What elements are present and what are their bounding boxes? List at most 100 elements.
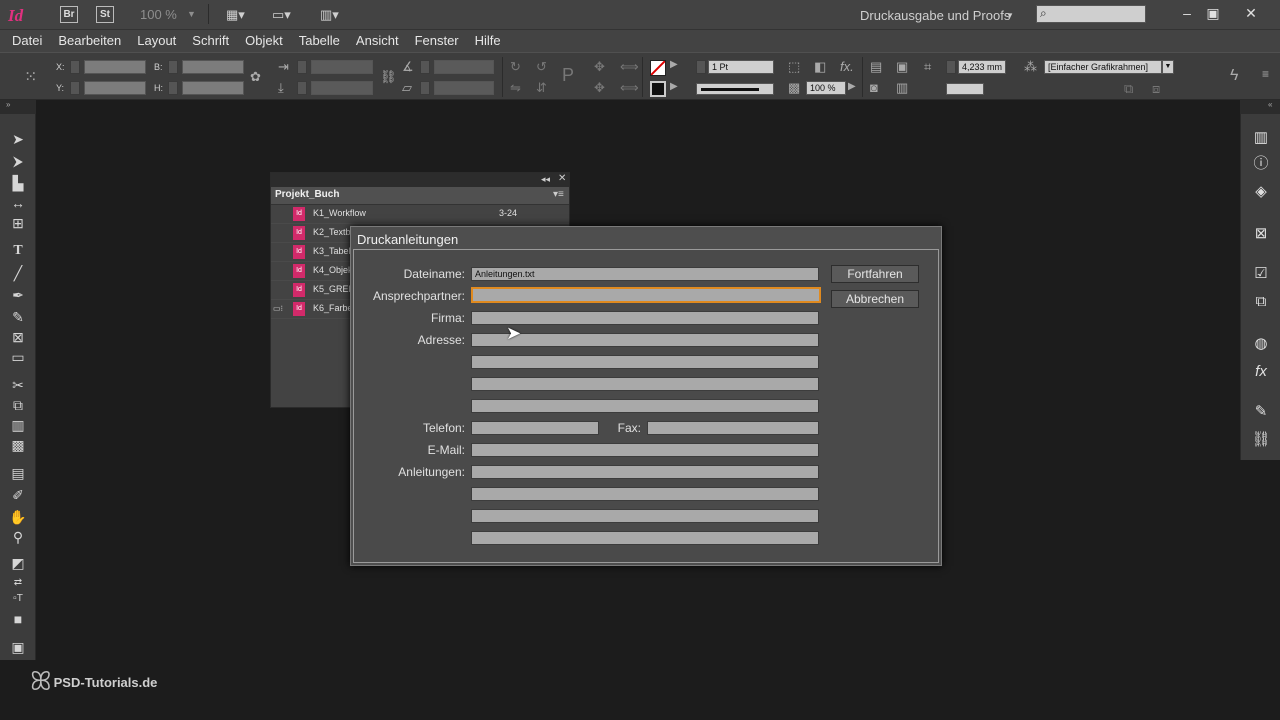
scissors-tool-icon[interactable]: ✂ xyxy=(8,376,28,394)
eyedropper-tool-icon[interactable]: ✐ xyxy=(8,486,28,504)
rotate-stepper[interactable] xyxy=(420,60,430,74)
bridge-button[interactable]: Br xyxy=(60,6,78,23)
menu-fenster[interactable]: Fenster xyxy=(415,30,459,52)
preflight-panel-icon[interactable]: ☑ xyxy=(1250,264,1272,284)
rectangle-frame-tool-icon[interactable]: ⊠ xyxy=(8,328,28,346)
anleitungen-field-4[interactable] xyxy=(471,531,819,545)
close-panel-icon[interactable]: ✕ xyxy=(558,173,566,184)
formatting-affects-icon[interactable]: ▫T xyxy=(8,590,28,608)
menu-objekt[interactable]: Objekt xyxy=(245,30,283,52)
stroke-weight-field[interactable]: 1 Pt xyxy=(708,60,774,74)
gap-tool-icon[interactable]: ↔ xyxy=(8,194,28,212)
scale-x-stepper[interactable] xyxy=(297,60,307,74)
fill-none-icon[interactable] xyxy=(650,60,666,76)
separations-panel-icon[interactable]: ⊠ xyxy=(1250,224,1272,244)
adresse-field-3[interactable] xyxy=(471,377,819,391)
pen-tool-icon[interactable]: ✒ xyxy=(8,286,28,304)
menu-tabelle[interactable]: Tabelle xyxy=(299,30,340,52)
attributes-panel-icon[interactable]: ✎ xyxy=(1250,402,1272,422)
corner-options-icon[interactable]: ⬚ xyxy=(788,59,800,75)
reference-point-icon[interactable]: ⁙ xyxy=(24,67,37,87)
opacity-icon[interactable]: ▩ xyxy=(788,80,800,96)
toolbar-collapse-icon[interactable]: » xyxy=(0,100,36,114)
select-container-icon[interactable]: ✥ xyxy=(594,59,605,75)
fortfahren-button[interactable]: Fortfahren xyxy=(831,265,919,283)
menu-schrift[interactable]: Schrift xyxy=(192,30,229,52)
screen-mode-tool-icon[interactable]: ▣ xyxy=(8,638,28,656)
collapse-panel-icon[interactable]: ◂◂ xyxy=(541,174,550,185)
zoom-tool-icon[interactable]: ⚲ xyxy=(8,528,28,546)
layers-panel-icon[interactable]: ◈ xyxy=(1250,182,1272,202)
scale-y-stepper[interactable] xyxy=(297,81,307,95)
rotate-ccw-icon[interactable]: ↺ xyxy=(536,59,547,75)
paragraph-icon[interactable]: P xyxy=(562,65,574,86)
clear-overrides-icon[interactable]: ⧉ xyxy=(1124,81,1133,97)
free-transform-tool-icon[interactable]: ⧉ xyxy=(8,396,28,414)
constrain-proportions-icon[interactable]: ✿ xyxy=(250,69,261,85)
anleitungen-field-3[interactable] xyxy=(471,509,819,523)
rotate-cw-icon[interactable]: ↻ xyxy=(510,59,521,75)
stroke-type-dropdown[interactable] xyxy=(696,83,774,95)
shear-angle-icon[interactable]: ▱ xyxy=(402,80,412,96)
trap-presets-icon[interactable]: ◍ xyxy=(1250,334,1272,354)
shear-stepper[interactable] xyxy=(420,81,430,95)
menu-layout[interactable]: Layout xyxy=(137,30,176,52)
b-stepper[interactable] xyxy=(168,60,178,74)
link-icon[interactable]: ⛓ xyxy=(380,69,397,85)
quick-apply-icon[interactable]: ϟ xyxy=(1230,67,1238,85)
stroke-menu-icon[interactable]: ▶ xyxy=(670,81,678,92)
clear-attributes-icon[interactable]: ⧈ xyxy=(1152,81,1160,97)
book-panel-icon[interactable]: ▥ xyxy=(1250,128,1272,148)
info-panel-icon[interactable]: ⓘ xyxy=(1250,154,1272,174)
y-field[interactable] xyxy=(84,81,146,95)
menu-bearbeiten[interactable]: Bearbeiten xyxy=(58,30,121,52)
adresse-field-2[interactable] xyxy=(471,355,819,369)
object-style-icon[interactable]: ⁂ xyxy=(1024,59,1037,75)
links-panel-icon[interactable]: ⛓ xyxy=(1250,430,1272,450)
height-field[interactable] xyxy=(182,81,244,95)
note-tool-icon[interactable]: ▤ xyxy=(8,464,28,482)
text-wrap-shape-icon[interactable]: ◙ xyxy=(870,80,878,95)
width-field[interactable] xyxy=(182,60,244,74)
scale-x-icon[interactable]: ⇥ xyxy=(278,59,289,75)
anleitungen-field-1[interactable] xyxy=(471,465,819,479)
control-panel-menu-icon[interactable]: ≡ xyxy=(1262,67,1269,81)
select-previous-icon[interactable]: ⟺ xyxy=(620,59,639,75)
zoom-dropdown-icon[interactable]: ▼ xyxy=(187,9,196,19)
effects-icon[interactable]: fx. xyxy=(840,59,854,74)
panels-collapse-icon[interactable]: « xyxy=(1240,100,1280,114)
scale-y-field[interactable] xyxy=(311,81,373,95)
pencil-tool-icon[interactable]: ✎ xyxy=(8,308,28,326)
view-options-icon[interactable]: ▦▾ xyxy=(226,7,245,23)
apply-color-icon[interactable]: ■ xyxy=(8,610,28,628)
h-stepper[interactable] xyxy=(168,81,178,95)
select-content-icon[interactable]: ✥ xyxy=(594,80,605,96)
screen-mode-icon[interactable]: ▭▾ xyxy=(272,7,291,23)
y-stepper[interactable] xyxy=(70,81,80,95)
page-tool-icon[interactable]: ▙ xyxy=(8,174,28,192)
adresse-field-4[interactable] xyxy=(471,399,819,413)
book-row[interactable]: Id K1_Workflow 3-24 xyxy=(271,205,569,224)
email-field[interactable] xyxy=(471,443,819,457)
anleitungen-field-2[interactable] xyxy=(471,487,819,501)
maximize-icon[interactable]: ▣ xyxy=(1198,2,1228,24)
direct-selection-tool-icon[interactable]: ⮞ xyxy=(8,152,28,170)
content-collector-icon[interactable]: ⊞ xyxy=(8,214,28,232)
stock-button[interactable]: St xyxy=(96,6,114,23)
scale-y-icon[interactable]: ⤓ xyxy=(278,80,284,96)
panel-menu-icon[interactable]: ▾≡ xyxy=(553,189,564,200)
select-next-icon[interactable]: ⟺ xyxy=(620,80,639,96)
arrange-documents-icon[interactable]: ▥▾ xyxy=(320,7,339,23)
effects-panel-icon[interactable]: fx xyxy=(1250,362,1272,382)
stroke-swatch-icon[interactable] xyxy=(650,81,666,97)
menu-ansicht[interactable]: Ansicht xyxy=(356,30,399,52)
flip-vertical-icon[interactable]: ⇵ xyxy=(536,80,547,96)
ansprechpartner-field[interactable] xyxy=(471,287,821,303)
line-tool-icon[interactable]: ╱ xyxy=(8,264,28,282)
abbrechen-button[interactable]: Abbrechen xyxy=(831,290,919,308)
hand-tool-icon[interactable]: ✋ xyxy=(8,508,28,526)
gradient-swatch-tool-icon[interactable]: ▥ xyxy=(8,416,28,434)
x-field[interactable] xyxy=(84,60,146,74)
spacing-field[interactable]: 4,233 mm xyxy=(958,60,1006,74)
object-style-dropdown-icon[interactable]: ▼ xyxy=(1162,60,1174,74)
